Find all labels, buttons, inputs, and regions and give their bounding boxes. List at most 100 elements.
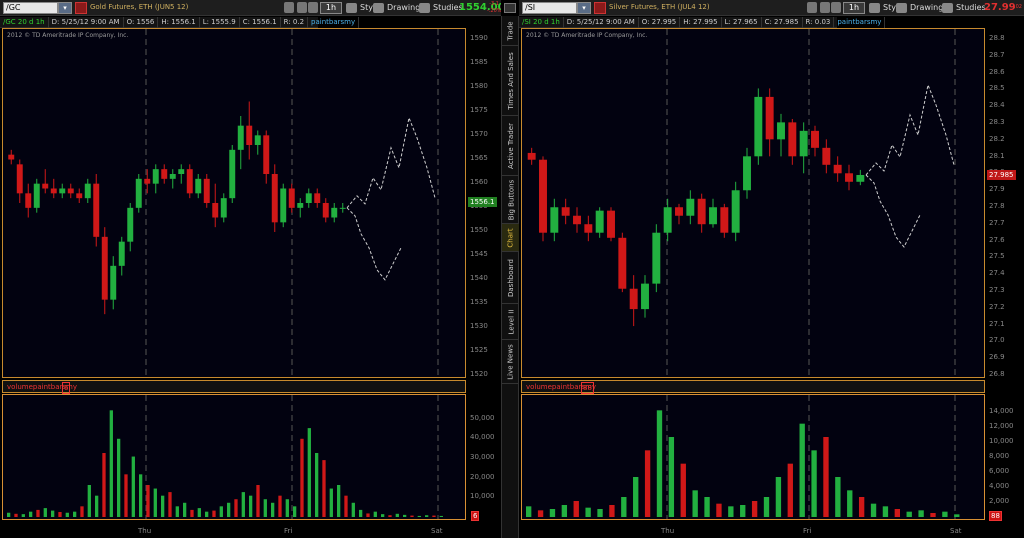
- right-price-chart[interactable]: [522, 29, 984, 377]
- candle-body: [212, 203, 219, 218]
- volume-bar: [561, 505, 568, 517]
- volume-bar: [894, 509, 900, 517]
- tab-chart[interactable]: Chart: [502, 224, 520, 252]
- candle-body: [237, 125, 244, 150]
- info-item: C: 1556.1: [240, 17, 281, 28]
- volume-tick-label: 40,000: [470, 433, 495, 442]
- tab-dashboard[interactable]: Dashboard: [502, 252, 520, 304]
- right-link-icon[interactable]: [807, 2, 817, 13]
- right-drawings-button[interactable]: Drawings: [896, 2, 947, 14]
- volume-bar: [190, 509, 194, 517]
- right-info-bar: /SI 20 d 1h D: 5/25/12 9:00 AM O: 27.995 H:…: [519, 17, 886, 28]
- volume-bar: [139, 474, 143, 517]
- left-drawings-button[interactable]: Drawings: [373, 2, 424, 14]
- volume-bar: [153, 488, 157, 517]
- volume-bar: [278, 495, 282, 517]
- price-tick-label: 1520: [470, 370, 488, 378]
- volume-bar: [124, 474, 128, 517]
- info-item: C: 27.985: [762, 17, 803, 28]
- right-studies-button[interactable]: Studies: [942, 2, 986, 14]
- volume-bar: [249, 495, 253, 517]
- candle-body: [42, 183, 49, 189]
- tab-big-buttons[interactable]: Big Buttons: [502, 176, 520, 224]
- info-item[interactable]: paintbarsmy: [308, 17, 360, 28]
- volume-bar: [315, 453, 319, 517]
- candle-body: [777, 122, 785, 140]
- left-volume-section[interactable]: [2, 394, 466, 520]
- candle-body: [731, 190, 740, 233]
- tab-trade[interactable]: Trade: [502, 16, 520, 46]
- right-volume-badge: 88: [989, 511, 1002, 521]
- right-symbol-input[interactable]: /SI: [522, 2, 577, 14]
- candle-body: [754, 96, 763, 157]
- tab-times-and-sales[interactable]: Times And Sales: [502, 46, 520, 116]
- price-tick-label: 1590: [470, 34, 488, 42]
- candle-body: [788, 122, 797, 157]
- price-tick-label: 1585: [470, 58, 488, 66]
- price-tick-label: 28.2: [989, 134, 1005, 143]
- price-tick-label: 28.7: [989, 50, 1005, 59]
- tab-active-trader[interactable]: Active Trader: [502, 116, 520, 176]
- info-item[interactable]: /GC 20 d 1h: [0, 17, 49, 28]
- volume-bar: [373, 511, 377, 517]
- left-studies-button[interactable]: Studies: [419, 2, 463, 14]
- left-description: Gold Futures, ETH (JUN5 12): [90, 3, 189, 11]
- volume-bar: [285, 499, 289, 517]
- info-item: L: 1555.9: [200, 17, 240, 28]
- right-volume-section[interactable]: [521, 394, 985, 520]
- right-price-axis[interactable]: 28.828.728.628.528.428.328.228.128.027.9…: [985, 28, 1024, 378]
- right-symbol-dropdown-icon[interactable]: ▾: [577, 2, 591, 14]
- candle-body: [322, 203, 329, 218]
- left-volume-chart: [7, 395, 443, 519]
- volume-bar: [80, 506, 84, 517]
- tab-live-news[interactable]: Live News: [502, 340, 520, 384]
- volume-bar: [775, 477, 782, 517]
- volume-bar: [537, 510, 544, 517]
- volume-bar: [212, 510, 216, 517]
- info-item[interactable]: paintbarsmy: [834, 17, 886, 28]
- left-aggregation-button[interactable]: 1h: [320, 2, 342, 14]
- candle-body: [25, 193, 32, 208]
- candle-body: [561, 207, 570, 216]
- candle-body: [161, 169, 168, 179]
- right-price-section[interactable]: 2012 © TD Ameritrade IP Company, Inc.: [521, 28, 985, 378]
- x-label: Sat: [950, 527, 962, 535]
- left-settings-icon[interactable]: [308, 2, 318, 13]
- left-price-section[interactable]: 2012 © TD Ameritrade IP Company, Inc.: [2, 28, 466, 378]
- drawings-icon: [373, 3, 384, 13]
- expand-icon[interactable]: [504, 3, 516, 13]
- volume-bar: [621, 497, 627, 517]
- style-icon: [346, 3, 357, 13]
- price-tick-label: 28.1: [989, 151, 1005, 160]
- info-item[interactable]: /SI 20 d 1h: [519, 17, 564, 28]
- right-aggregation-button[interactable]: 1h: [843, 2, 865, 14]
- volume-bar: [65, 512, 69, 517]
- price-tick-label: 27.8: [989, 202, 1005, 210]
- volume-bar: [234, 499, 238, 517]
- price-tick-label: 1575: [470, 106, 488, 114]
- price-tick-label: 1540: [470, 274, 488, 282]
- volume-bar: [751, 501, 758, 517]
- candle-body: [297, 203, 304, 208]
- candle-body: [271, 174, 278, 223]
- volume-bar: [823, 437, 829, 517]
- volume-bar: [609, 505, 615, 517]
- tab-level-ii[interactable]: Level II: [502, 304, 520, 340]
- left-symbol-input[interactable]: /GC: [3, 2, 58, 14]
- info-item: L: 27.965: [722, 17, 762, 28]
- left-price-chart[interactable]: [3, 29, 465, 377]
- volume-bar: [293, 506, 297, 517]
- candle-body: [811, 130, 819, 148]
- price-tick-label: 27.9: [989, 185, 1005, 194]
- left-symbol-dropdown-icon[interactable]: ▾: [58, 2, 72, 14]
- volume-bar: [870, 503, 877, 517]
- left-wrench-icon[interactable]: [297, 2, 307, 13]
- left-link-icon[interactable]: [284, 2, 294, 13]
- volume-bar: [205, 511, 209, 517]
- left-info-bar: /GC 20 d 1h D: 5/25/12 9:00 AM O: 1556 H: 1…: [0, 17, 360, 28]
- volume-bar: [549, 509, 556, 517]
- info-item: R: 0.03: [803, 17, 835, 28]
- x-label: Thu: [138, 527, 152, 535]
- right-settings-icon[interactable]: [831, 2, 841, 13]
- right-wrench-icon[interactable]: [820, 2, 830, 13]
